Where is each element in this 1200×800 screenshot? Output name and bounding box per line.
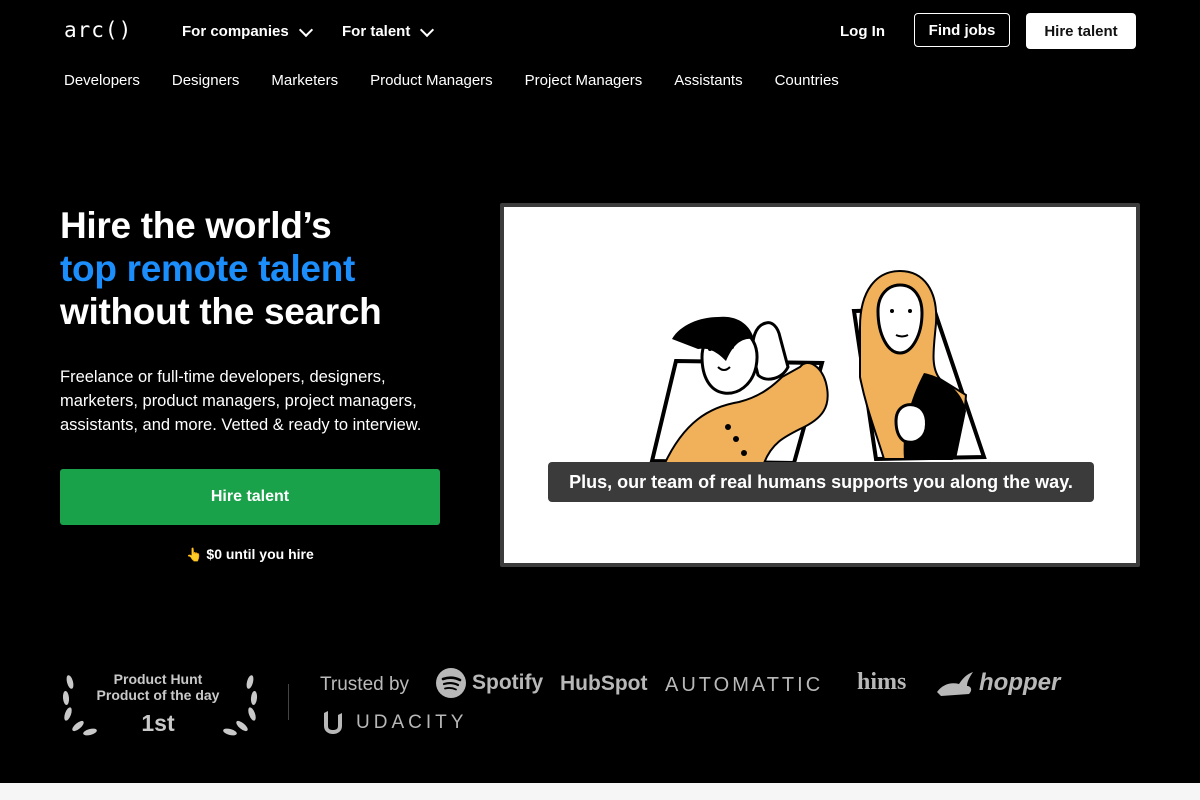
hopper-logo: hopper bbox=[935, 668, 1060, 698]
spotify-logo: Spotify bbox=[436, 668, 543, 698]
category-project-managers[interactable]: Project Managers bbox=[525, 72, 643, 89]
bunny-icon bbox=[937, 672, 973, 696]
pointing-hand-icon: 👆 bbox=[186, 547, 203, 562]
category-countries[interactable]: Countries bbox=[775, 72, 839, 89]
hero-title-line3: without the search bbox=[60, 291, 382, 332]
category-assistants[interactable]: Assistants bbox=[674, 72, 742, 89]
hero-title-line1: Hire the world’s bbox=[60, 205, 332, 246]
product-hunt-line1: Product Hunt bbox=[113, 671, 203, 687]
find-jobs-button[interactable]: Find jobs bbox=[914, 13, 1010, 47]
next-section-edge bbox=[0, 783, 1200, 800]
category-product-managers[interactable]: Product Managers bbox=[370, 72, 493, 89]
udacity-icon bbox=[324, 711, 342, 734]
for-companies-label: For companies bbox=[182, 23, 289, 40]
explainer-video[interactable]: Plus, our team of real humans supports y… bbox=[500, 203, 1140, 567]
automattic-logo: AUTOMATTIC bbox=[665, 674, 824, 696]
hubspot-logo: HubSpot bbox=[560, 672, 648, 695]
product-hunt-label: Product Hunt Product of the day bbox=[60, 671, 256, 703]
for-talent-label: For talent bbox=[342, 23, 411, 40]
arc-logo[interactable]: arc() bbox=[64, 18, 132, 42]
spotify-wordmark: Spotify bbox=[472, 671, 544, 694]
category-navigation: Developers Designers Marketers Product M… bbox=[64, 72, 839, 89]
video-caption: Plus, our team of real humans supports y… bbox=[548, 462, 1094, 502]
hire-talent-cta-button[interactable]: Hire talent bbox=[60, 469, 440, 525]
log-in-link[interactable]: Log In bbox=[840, 23, 885, 40]
hire-talent-nav-button[interactable]: Hire talent bbox=[1026, 13, 1136, 49]
video-illustration bbox=[649, 269, 987, 467]
category-designers[interactable]: Designers bbox=[172, 72, 240, 89]
hims-logo: hims bbox=[857, 669, 907, 695]
section-divider bbox=[288, 684, 289, 720]
chevron-down-icon bbox=[298, 22, 313, 37]
chevron-down-icon bbox=[420, 22, 435, 37]
hero-title-highlight: top remote talent bbox=[60, 248, 356, 289]
udacity-wordmark: UDACITY bbox=[356, 712, 468, 733]
hero-description: Freelance or full-time developers, desig… bbox=[60, 368, 422, 434]
category-marketers[interactable]: Marketers bbox=[271, 72, 338, 89]
category-developers[interactable]: Developers bbox=[64, 72, 140, 89]
for-companies-menu[interactable]: For companies bbox=[182, 22, 313, 40]
product-hunt-rank: 1st bbox=[141, 710, 175, 736]
for-talent-menu[interactable]: For talent bbox=[342, 22, 435, 40]
product-hunt-line2: Product of the day bbox=[96, 687, 220, 703]
spotify-icon bbox=[436, 668, 466, 698]
pricing-note-text: $0 until you hire bbox=[206, 546, 314, 562]
pricing-note: 👆 $0 until you hire bbox=[60, 546, 440, 563]
trusted-by-label: Trusted by bbox=[320, 674, 410, 695]
product-hunt-badge[interactable]: Product Hunt Product of the day 1st bbox=[60, 668, 260, 738]
hopper-wordmark: hopper bbox=[979, 669, 1061, 696]
top-navigation: arc() For companies For talent Log In Fi… bbox=[0, 0, 1200, 62]
hero-title: Hire the world’s top remote talent witho… bbox=[60, 204, 382, 333]
udacity-logo: UDACITY bbox=[320, 710, 467, 736]
